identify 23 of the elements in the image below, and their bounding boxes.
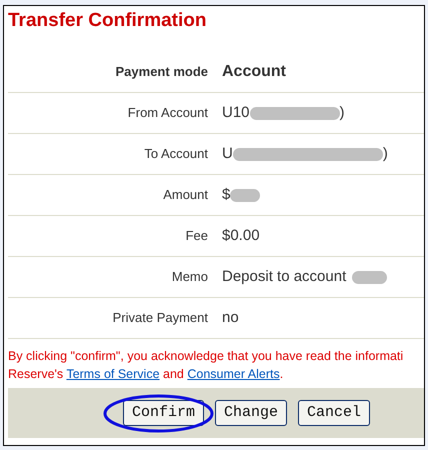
page-title: Transfer Confirmation — [8, 9, 208, 33]
field-value: U10 — [222, 102, 250, 123]
field-label: Payment mode — [114, 62, 209, 81]
field-value: ) — [340, 102, 345, 123]
field-value: U — [222, 144, 233, 164]
alerts-link[interactable]: Consumer Alerts — [187, 367, 280, 381]
field-value: $0.00 — [222, 226, 260, 246]
field-label: Memo — [170, 268, 209, 286]
field-label: Private Payment — [112, 309, 209, 328]
field-label: To Account — [143, 145, 209, 164]
action-button[interactable]: Confirm — [123, 400, 204, 426]
action-button[interactable]: Cancel — [298, 400, 370, 426]
field-label: From Account — [126, 104, 209, 122]
action-button[interactable]: Change — [215, 400, 288, 426]
field-value: Deposit to account — [222, 266, 346, 287]
field-label: Amount — [162, 186, 209, 204]
field-value: $ — [222, 184, 230, 205]
field-label: Fee — [184, 227, 209, 246]
field-value: no — [222, 308, 239, 328]
terms-link[interactable]: Terms of Service — [66, 367, 160, 381]
field-value: ) — [382, 144, 388, 164]
field-value: Account — [222, 62, 286, 82]
notice-text: By clicking "confirm", you acknowledge that you have read the informati Reserve's Terms of Service and Consumer Alerts. — [8, 348, 404, 383]
